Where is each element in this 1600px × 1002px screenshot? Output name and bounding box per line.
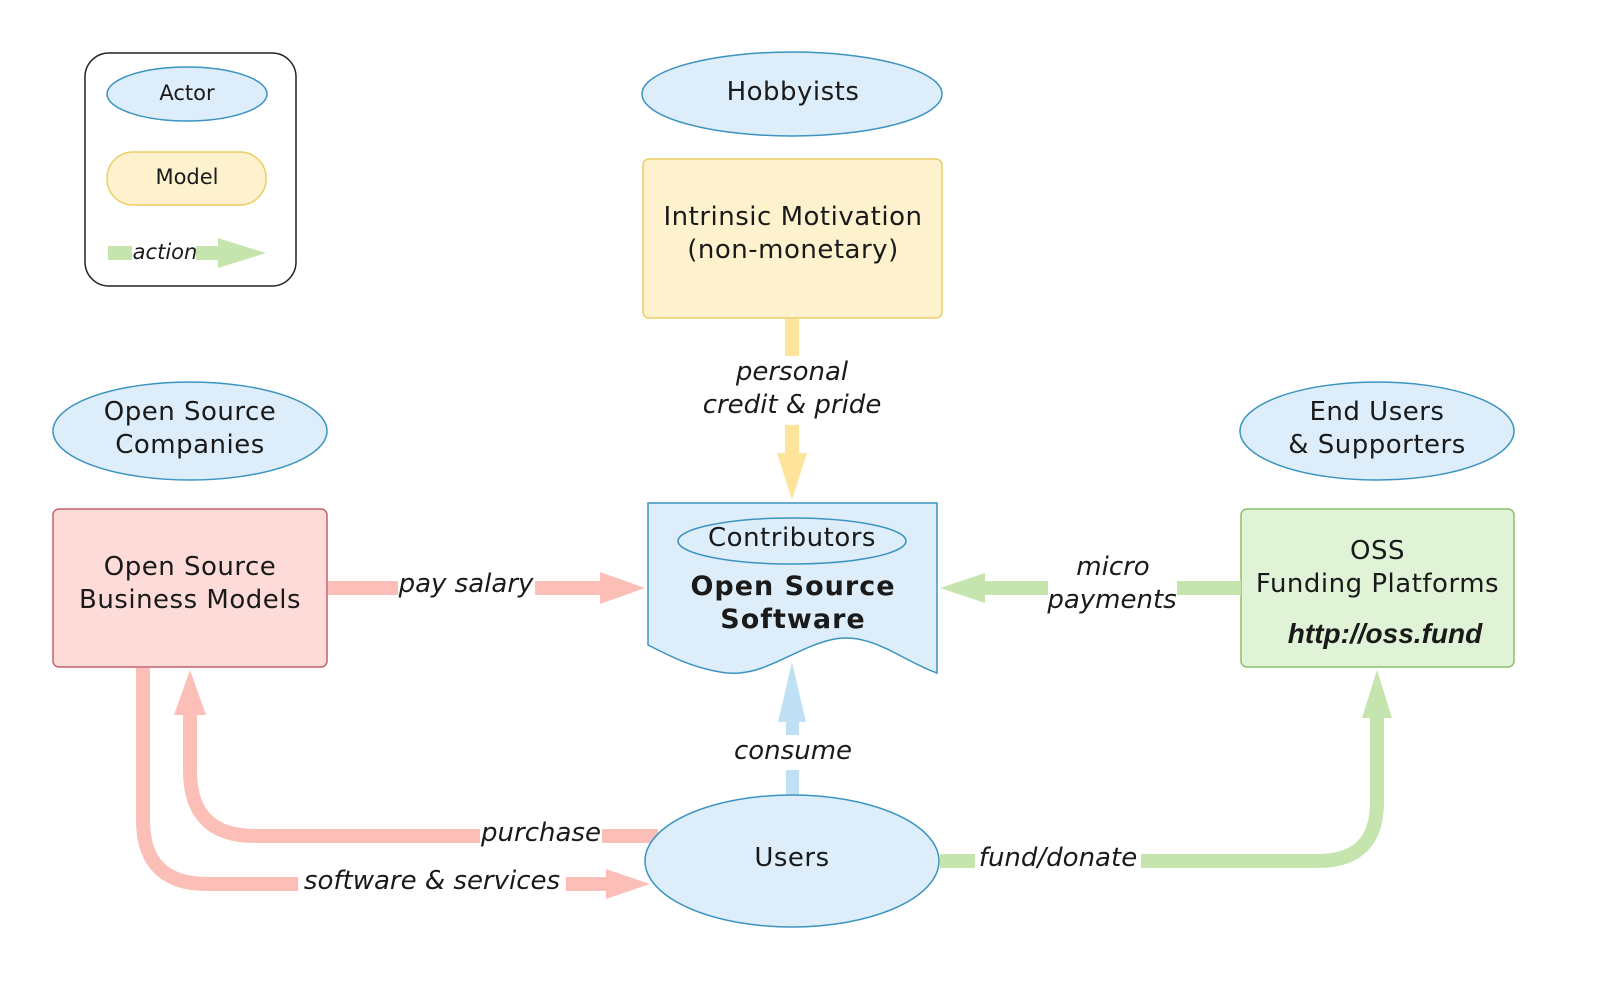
companies-label-line1: Open Source [103,397,277,427]
legend-model-label: Model [155,165,219,189]
oss-label-line2: Software [720,604,866,635]
software-services-label: software & services [298,865,566,897]
micro-payments-label-line1: micro [1076,552,1150,582]
consume-label: consume [732,735,854,767]
funding-label-line1: OSS [1350,536,1405,566]
intrinsic-motivation-label-line2: (non-monetary) [687,235,899,265]
funding-label-line2: Funding Platforms [1255,569,1500,599]
legend-action-label: action [132,240,198,264]
contributors-label: Contributors [708,523,876,553]
companies-label-line2: Companies [115,430,265,460]
oss-label-line1: Open Source [690,571,896,602]
end-users-label-line2: & Supporters [1288,430,1466,460]
pay-salary-label: pay salary [398,569,534,599]
hobbyists-label: Hobbyists [726,77,860,107]
intrinsic-motivation-label-line1: Intrinsic Motivation [663,202,923,232]
users-label: Users [754,843,830,873]
end-users-label-line1: End Users [1309,397,1445,427]
personal-credit-label-line1: personal [735,356,849,388]
business-models-label-line2: Business Models [78,585,302,615]
micro-payments-label-line2: payments [1047,585,1177,615]
fund-donate-arrow [940,670,1392,868]
funding-url-link[interactable]: http://oss.fund [1255,617,1515,650]
legend-actor-label: Actor [159,81,215,105]
business-models-label-line1: Open Source [103,552,277,582]
purchase-arrow [174,670,658,843]
personal-credit-label-line2: credit & pride [698,389,886,421]
consume-arrow [778,662,806,797]
purchase-label: purchase [480,817,602,849]
fund-donate-label: fund/donate [975,842,1141,874]
